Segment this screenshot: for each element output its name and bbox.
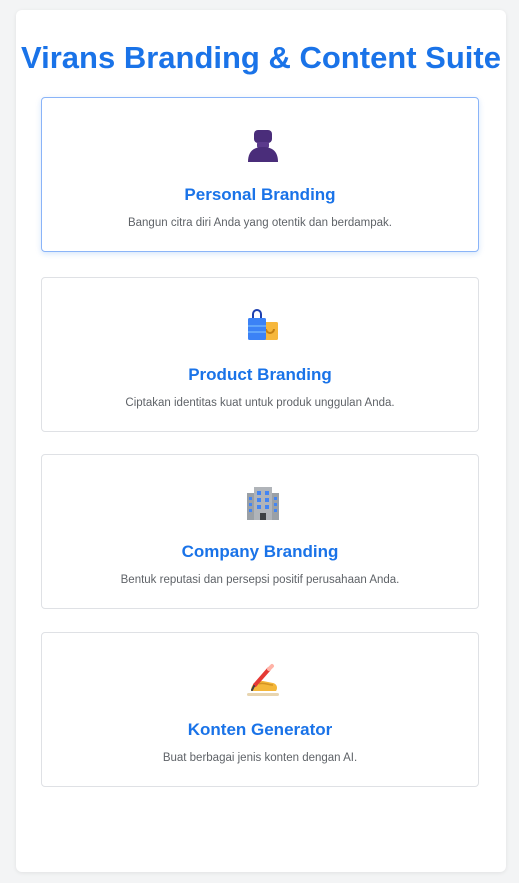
card-company-branding[interactable]: Company Branding Bentuk reputasi dan per… (41, 454, 479, 609)
card-personal-branding[interactable]: Personal Branding Bangun citra diri Anda… (41, 97, 479, 252)
card-title: Company Branding (181, 542, 339, 561)
card-konten-generator[interactable]: Konten Generator Buat berbagai jenis kon… (41, 632, 479, 787)
person-silhouette-icon (248, 130, 278, 162)
shopping-bags-icon (248, 309, 278, 340)
page-title: Virans Branding & Content Suite (21, 40, 501, 75)
office-building-icon (247, 487, 279, 520)
card-title: Personal Branding (184, 185, 336, 204)
card-product-branding[interactable]: Product Branding Ciptakan identitas kuat… (41, 277, 479, 432)
card-description: Bentuk reputasi dan persepsi positif per… (120, 574, 400, 586)
card-title: Konten Generator (187, 720, 333, 739)
card-description: Bangun citra diri Anda yang otentik dan … (127, 217, 393, 229)
writing-hand-icon (247, 664, 279, 696)
main-panel: Virans Branding & Content Suite Personal… (16, 10, 506, 872)
card-title: Product Branding (188, 365, 332, 384)
card-description: Ciptakan identitas kuat untuk produk ung… (125, 397, 395, 409)
card-description: Buat berbagai jenis konten dengan AI. (162, 752, 358, 764)
